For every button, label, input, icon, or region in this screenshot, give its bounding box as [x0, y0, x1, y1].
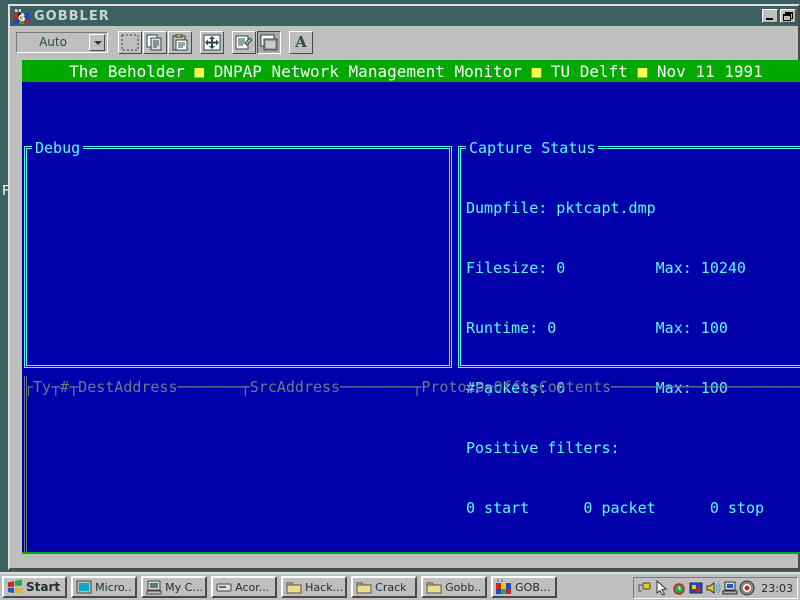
windows-logo-icon — [8, 579, 22, 594]
folder-icon — [286, 582, 302, 594]
background-button[interactable] — [257, 30, 281, 54]
packet-list-header: ┌Ty┬#┬DestAddress───────┬SrcAddress─────… — [24, 378, 800, 396]
capture-status-title: Capture Status — [466, 140, 599, 156]
clock-icon[interactable] — [671, 580, 687, 596]
taskbar-item-label: Hack... — [305, 580, 343, 594]
font-size-select[interactable]: Auto — [16, 31, 108, 53]
network-icon[interactable] — [722, 580, 738, 596]
taskbar-item-hack[interactable]: Hack... — [281, 576, 348, 598]
toolbar: Auto A — [10, 26, 798, 58]
capture-row-runtime: Runtime: 0 Max: 100 — [466, 319, 728, 337]
taskbar-item-micro[interactable]: Micro... — [71, 576, 138, 598]
system-tray: 23:03 — [633, 577, 798, 599]
window-title: GOBBLER — [34, 8, 110, 24]
taskbar-item-my-computer[interactable]: My C... — [141, 576, 208, 598]
banner-date: Nov 11 1991 — [656, 61, 763, 81]
taskbar-item-label: Acor... — [235, 580, 270, 594]
capture-row-dumpfile: Dumpfile: pktcapt.dmp — [466, 199, 656, 217]
start-button-label: Start — [26, 580, 61, 594]
mark-icon — [121, 34, 139, 50]
restore-button[interactable] — [780, 9, 796, 23]
taskbar-item-crack[interactable]: Crack — [351, 576, 418, 598]
font-button[interactable]: A — [289, 30, 313, 54]
gobbler-icon: G — [14, 8, 30, 24]
taskbar-item-label: Micro... — [95, 580, 133, 594]
chevron-down-icon[interactable] — [89, 33, 105, 51]
taskbar: Start Micro... My C... Acor... Hack... C… — [0, 572, 800, 600]
paste-button[interactable] — [168, 30, 192, 54]
banner-separator-1: ■ — [194, 61, 205, 81]
desktop: F RealAudio Explorer G — [0, 0, 800, 600]
pointer-icon[interactable] — [654, 580, 670, 596]
taskbar-item-gobbler[interactable]: GOB... — [491, 576, 558, 598]
gobbler-window: G GOBBLER Auto A The Beholder ■ DNPAP Ne… — [8, 4, 800, 570]
start-button[interactable]: Start — [2, 576, 68, 598]
copy-button[interactable] — [143, 30, 167, 54]
display-icon[interactable] — [688, 580, 704, 596]
my-computer-icon — [146, 580, 162, 595]
folder-icon — [356, 582, 372, 594]
fullscreen-icon — [203, 34, 221, 50]
capture-status-panel: Capture Status Dumpfile: pktcapt.dmp Fil… — [458, 140, 800, 517]
banner-separator-3: ■ — [637, 61, 648, 81]
banner-org: TU Delft — [550, 61, 628, 81]
debug-panel-title: Debug — [32, 140, 84, 156]
folder-icon — [426, 582, 442, 594]
properties-button[interactable] — [232, 30, 256, 54]
taskbar-item-gobb[interactable]: Gobb... — [421, 576, 488, 598]
taskbar-item-label: Gobb... — [445, 580, 483, 594]
capture-status-body: Dumpfile: pktcapt.dmp Filesize: 0 Max: 1… — [466, 158, 800, 517]
background-icon — [260, 34, 278, 50]
taskbar-item-label: My C... — [165, 580, 203, 594]
font-icon: A — [295, 32, 307, 51]
speaker-icon[interactable] — [705, 580, 721, 596]
debug-panel: Debug — [24, 140, 452, 368]
capture-row-filesize: Filesize: 0 Max: 10240 — [466, 259, 746, 277]
mark-button[interactable] — [118, 30, 142, 54]
gobbler-icon — [496, 579, 512, 594]
terminal-icon — [76, 580, 92, 594]
banner-separator-2: ■ — [531, 61, 542, 81]
packet-list-frame — [24, 376, 800, 554]
font-size-value: Auto — [39, 35, 67, 49]
debug-panel-body — [32, 158, 448, 366]
svg-text:G: G — [18, 14, 25, 24]
record-icon[interactable] — [739, 580, 755, 596]
fullscreen-button[interactable] — [200, 30, 224, 54]
taskbar-item-label: Crack — [375, 580, 407, 594]
title-bar[interactable]: G GOBBLER — [10, 6, 798, 26]
taskbar-item-acorn[interactable]: Acor... — [211, 576, 278, 598]
modem-icon — [216, 583, 232, 592]
copy-icon — [146, 34, 162, 50]
taskbar-item-label: GOB... — [515, 580, 551, 594]
banner-subtitle: DNPAP Network Management Monitor — [213, 61, 522, 81]
app-banner: The Beholder ■ DNPAP Network Management … — [22, 60, 800, 82]
paste-icon — [172, 33, 188, 50]
console-status-bar — [22, 552, 800, 554]
banner-product: The Beholder — [69, 61, 185, 81]
minimize-button[interactable] — [762, 9, 778, 23]
console-screen[interactable]: The Beholder ■ DNPAP Network Management … — [22, 60, 800, 554]
properties-icon — [235, 35, 253, 49]
clock[interactable]: 23:03 — [761, 582, 793, 595]
power-plug-icon[interactable] — [637, 580, 653, 596]
